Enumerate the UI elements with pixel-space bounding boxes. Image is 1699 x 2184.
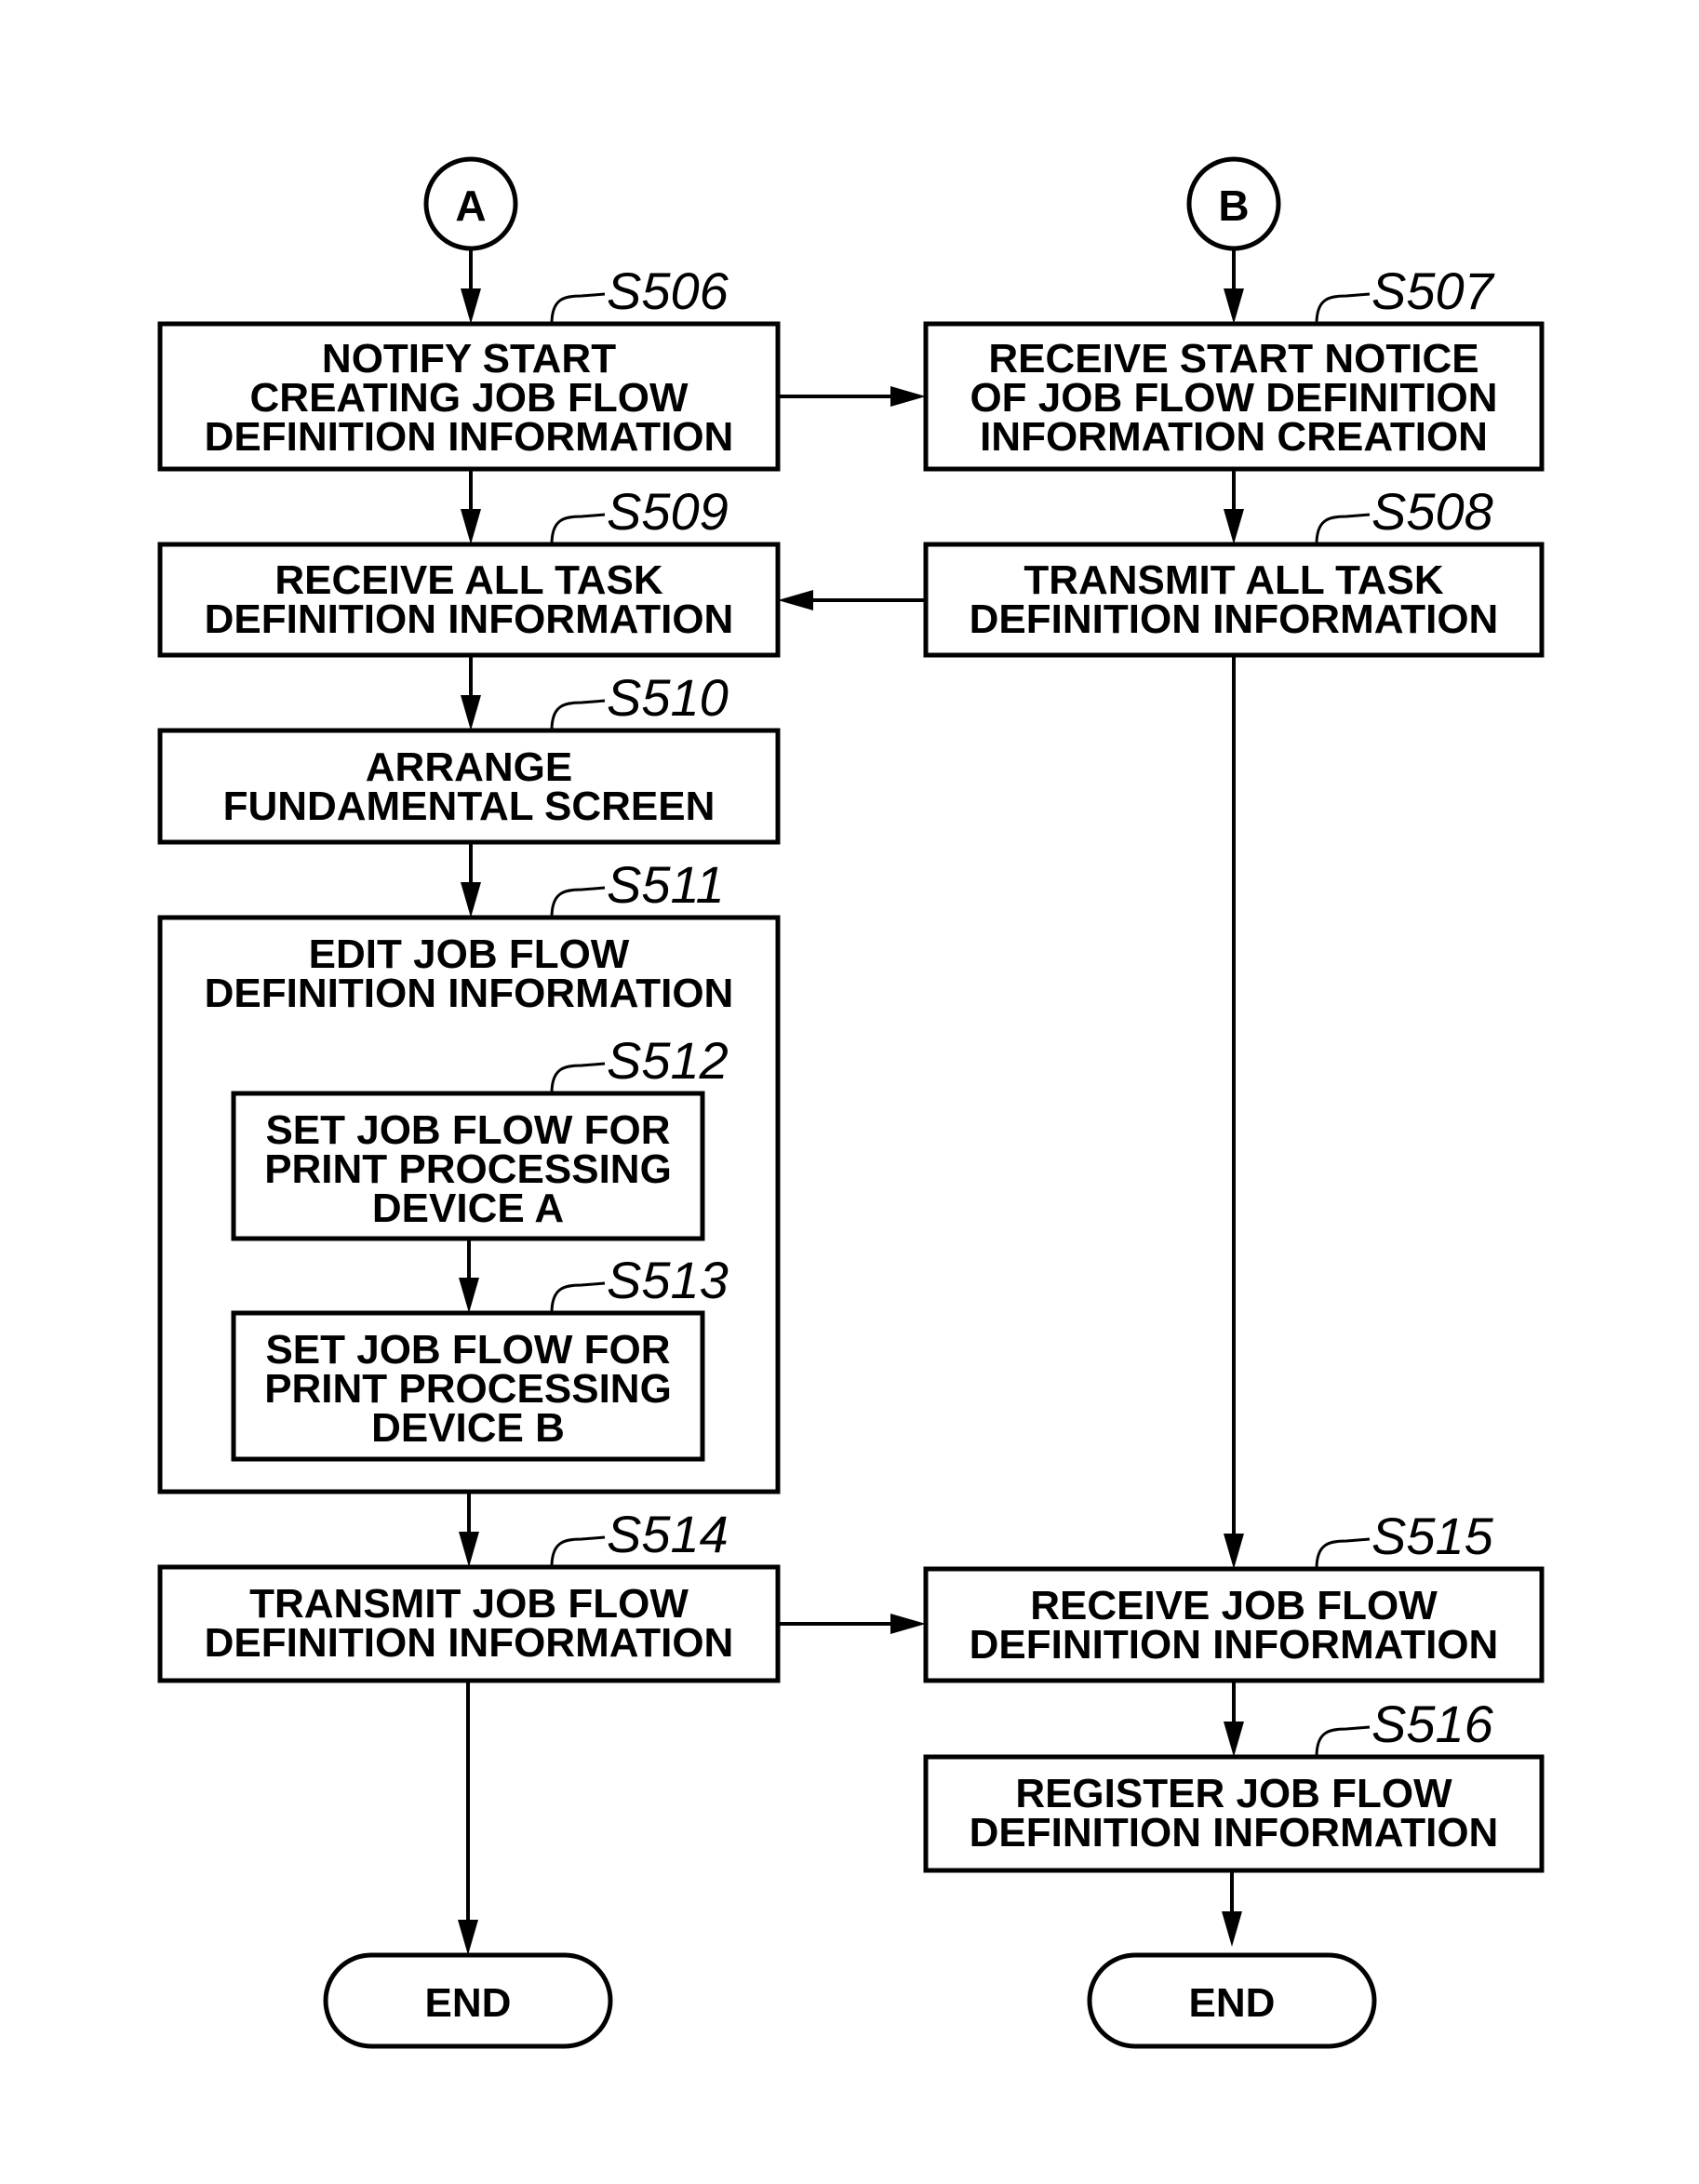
- arrowhead-icon: [1222, 1911, 1242, 1947]
- step-id-s508: S508: [1315, 482, 1493, 545]
- arrow-s511-to-s514: [459, 1492, 479, 1567]
- arrowhead-icon: [890, 386, 926, 407]
- arrowhead-icon: [1224, 1534, 1244, 1569]
- step-id-s511: S511: [550, 855, 725, 918]
- svg-text:S515: S515: [1371, 1507, 1494, 1565]
- terminal-end-right-label: END: [1189, 1980, 1276, 2026]
- svg-text:S514: S514: [607, 1505, 729, 1563]
- step-text-s514: TRANSMIT JOB FLOW DEFINITION INFORMATION: [205, 1581, 734, 1666]
- step-id-s507: S507: [1315, 261, 1495, 325]
- arrow-s507-to-s508: [1224, 469, 1244, 544]
- connector-a-label: A: [455, 181, 486, 230]
- arrow-s508-to-s509: [778, 590, 926, 610]
- arrowhead-icon: [461, 288, 481, 324]
- svg-text:S508: S508: [1371, 482, 1493, 541]
- arrow-s510-to-s511: [461, 842, 481, 918]
- step-text-line: FUNDAMENTAL SCREEN: [223, 784, 716, 829]
- svg-text:S509: S509: [607, 482, 729, 541]
- arrowhead-icon: [458, 1920, 478, 1955]
- step-id-s516: S516: [1315, 1695, 1494, 1758]
- step-text-s515: RECEIVE JOB FLOW DEFINITION INFORMATION: [970, 1583, 1499, 1668]
- step-text-line: DEFINITION INFORMATION: [205, 596, 734, 642]
- arrowhead-icon: [459, 1532, 479, 1567]
- step-id-s514: S514: [550, 1505, 729, 1568]
- step-text-s509: RECEIVE ALL TASK DEFINITION INFORMATION: [205, 557, 734, 642]
- step-id-s510: S510: [550, 668, 729, 731]
- arrow-s508-to-s515: [1224, 655, 1244, 1569]
- svg-text:S507: S507: [1371, 261, 1495, 320]
- arrow-s514-to-s515: [778, 1614, 926, 1634]
- step-id-s509: S509: [550, 482, 729, 545]
- step-text-line: DEVICE A: [372, 1186, 564, 1231]
- svg-text:S513: S513: [607, 1251, 729, 1309]
- arrowhead-icon: [778, 590, 813, 610]
- arrow-s515-to-s516: [1224, 1681, 1244, 1757]
- step-text-line: DEFINITION INFORMATION: [205, 1620, 734, 1666]
- step-text-line: DEFINITION INFORMATION: [970, 1810, 1499, 1856]
- step-id-s515: S515: [1315, 1507, 1494, 1570]
- arrow-b-to-s507: [1224, 248, 1244, 324]
- arrow-s506-to-s507: [778, 386, 926, 407]
- svg-text:S506: S506: [607, 261, 729, 320]
- terminal-end-left: END: [323, 1952, 613, 2049]
- arrow-s509-to-s510: [461, 655, 481, 730]
- svg-text:S512: S512: [607, 1031, 729, 1090]
- step-id-s506: S506: [550, 261, 729, 325]
- connector-a: A: [423, 156, 518, 251]
- arrowhead-icon: [461, 695, 481, 730]
- arrowhead-icon: [1224, 288, 1244, 324]
- arrowhead-icon: [890, 1614, 926, 1634]
- connector-b: B: [1186, 156, 1281, 251]
- step-text-s516: REGISTER JOB FLOW DEFINITION INFORMATION: [970, 1771, 1499, 1856]
- step-text-line: DEFINITION INFORMATION: [205, 971, 734, 1016]
- arrow-s506-to-s509: [461, 469, 481, 544]
- step-text-line: DEFINITION INFORMATION: [970, 1622, 1499, 1668]
- flowchart: A B END END NOTIFY START CREATING JOB FLO…: [157, 156, 1545, 2049]
- arrowhead-icon: [461, 509, 481, 544]
- svg-text:S511: S511: [607, 855, 725, 914]
- svg-text:S510: S510: [607, 668, 729, 727]
- step-text-s508: TRANSMIT ALL TASK DEFINITION INFORMATION: [970, 557, 1499, 642]
- connector-b-label: B: [1218, 181, 1249, 230]
- step-text-line: DEFINITION INFORMATION: [205, 414, 734, 460]
- terminal-end-left-label: END: [425, 1980, 512, 2026]
- svg-text:S516: S516: [1371, 1695, 1494, 1753]
- arrowhead-icon: [1224, 1722, 1244, 1757]
- terminal-end-right: END: [1087, 1952, 1377, 2049]
- step-text-s507: RECEIVE START NOTICE OF JOB FLOW DEFINITI…: [970, 336, 1497, 460]
- arrowhead-icon: [1224, 509, 1244, 544]
- arrow-s514-to-end: [458, 1681, 478, 1955]
- arrow-a-to-s506: [461, 248, 481, 324]
- arrowhead-icon: [461, 882, 481, 918]
- arrow-s516-to-end: [1222, 1870, 1242, 1947]
- step-text-line: DEVICE B: [371, 1405, 565, 1451]
- step-text-line: DEFINITION INFORMATION: [970, 596, 1499, 642]
- step-text-line: INFORMATION CREATION: [980, 414, 1488, 460]
